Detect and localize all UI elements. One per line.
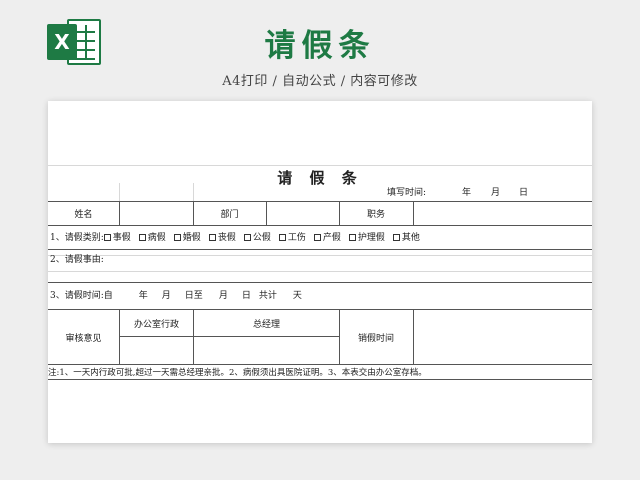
name-field[interactable]	[120, 202, 193, 225]
page-subtitle: A4打印 / 自动公式 / 内容可修改	[222, 74, 418, 89]
leave-option[interactable]: 丧假	[208, 233, 236, 243]
dept-field[interactable]	[267, 202, 339, 225]
cancel-time-field[interactable]	[414, 310, 592, 364]
manager-label: 总经理	[252, 319, 280, 330]
checkbox-icon[interactable]	[103, 234, 111, 241]
leave-type-label: 1、请假类别:	[50, 233, 104, 243]
cancel-time-label: 销假时间	[357, 333, 394, 344]
checkbox-icon[interactable]	[392, 234, 400, 241]
fill-time-month: 月	[491, 188, 501, 198]
leave-option[interactable]: 产假	[313, 233, 341, 243]
checkbox-icon[interactable]	[313, 234, 321, 241]
fill-time-year: 年	[462, 188, 472, 198]
leave-option[interactable]: 其他	[392, 233, 420, 243]
time-row: 3、请假时间:自年月日至月日共计天	[50, 291, 302, 301]
form-title: 请 假 条	[277, 169, 363, 187]
leave-option[interactable]: 婚假	[173, 233, 201, 243]
page-title: 请假条	[264, 28, 376, 64]
checkbox-icon[interactable]	[138, 234, 146, 241]
approval-label: 审核意见	[65, 333, 102, 344]
leave-type-row: 1、请假类别: 事假 病假 婚假 丧假 公假 工伤 产假 护理假 其他	[50, 232, 428, 244]
office-admin-signature[interactable]	[120, 337, 193, 364]
checkbox-icon[interactable]	[278, 234, 286, 241]
leave-option[interactable]: 公假	[243, 233, 271, 243]
fill-time-label: 填写时间:	[387, 188, 427, 198]
checkbox-icon[interactable]	[348, 234, 356, 241]
leave-option[interactable]: 护理假	[348, 233, 385, 243]
spreadsheet-preview: 请 假 条 填写时间: 年 月 日 姓名 部门 职务 1、请假类别: 事假 病假 婚假…	[48, 101, 592, 443]
reason-label: 2、请假事由:	[50, 255, 104, 265]
position-field[interactable]	[414, 202, 592, 225]
office-admin-label: 办公室行政	[133, 319, 179, 330]
leave-option[interactable]: 事假	[103, 233, 131, 243]
position-label: 职务	[366, 210, 385, 220]
checkbox-icon[interactable]	[243, 234, 251, 241]
checkbox-icon[interactable]	[173, 234, 181, 241]
leave-option[interactable]: 病假	[138, 233, 166, 243]
fill-time-day: 日	[519, 188, 529, 198]
dept-label: 部门	[220, 210, 239, 220]
leave-option[interactable]: 工伤	[278, 233, 306, 243]
form-note: 注:1、一天内行政可批,超过一天需总经理亲批。2、病假须出具医院证明。3、本表交…	[48, 368, 427, 378]
checkbox-icon[interactable]	[208, 234, 216, 241]
manager-signature[interactable]	[194, 337, 339, 364]
name-label: 姓名	[74, 210, 93, 220]
